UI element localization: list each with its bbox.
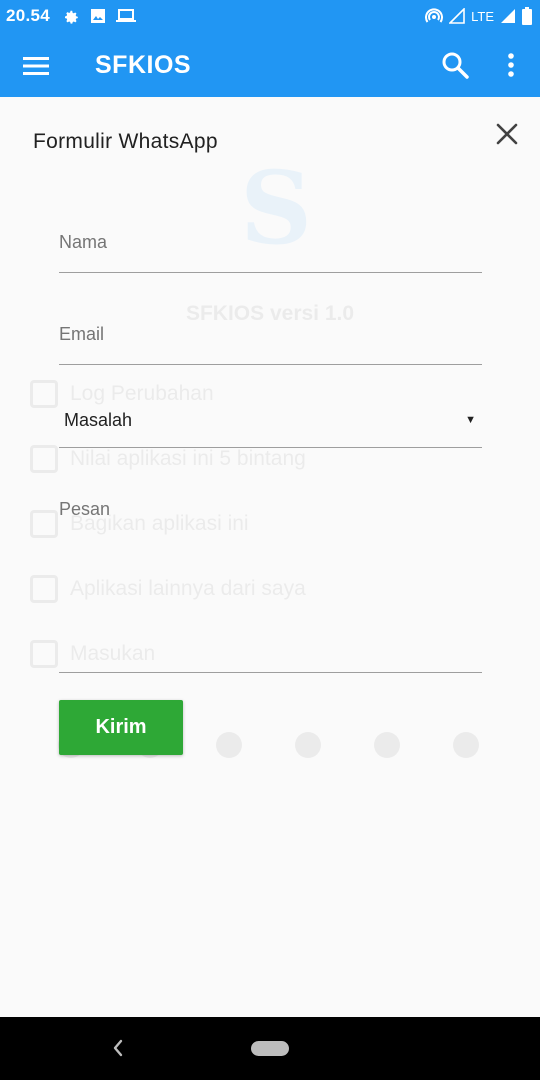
signal-icon (449, 8, 465, 24)
app-bar: SFKIOS (0, 34, 540, 97)
network-label: LTE (471, 8, 494, 24)
laptop-icon (116, 9, 136, 22)
signal-icon (501, 9, 515, 23)
whatsapp-form-dialog: Formulir WhatsApp Masalah ▼ Kirim (0, 97, 540, 1017)
search-icon[interactable] (440, 50, 470, 80)
dialog-title: Formulir WhatsApp (33, 130, 218, 153)
topic-select[interactable]: Masalah ▼ (59, 405, 482, 448)
close-icon[interactable] (492, 119, 522, 149)
send-button[interactable]: Kirim (59, 700, 183, 755)
email-input[interactable] (59, 324, 482, 345)
name-input[interactable] (59, 232, 482, 253)
message-field (59, 499, 482, 673)
content-area: S SFKIOS versi 1.0 Log Perubahan Nilai a… (0, 97, 540, 1017)
system-nav-bar (0, 1017, 540, 1080)
message-input[interactable] (59, 499, 482, 659)
more-vert-icon[interactable] (500, 50, 522, 80)
dropdown-arrow-icon: ▼ (465, 414, 476, 426)
battery-icon (522, 7, 532, 25)
topic-select-value: Masalah (64, 410, 133, 430)
email-field (59, 324, 482, 365)
status-bar: 20.54 LTE (0, 0, 540, 34)
app-title: SFKIOS (95, 51, 192, 79)
status-time: 20.54 (6, 6, 51, 25)
hotspot-icon (425, 8, 444, 23)
back-icon[interactable] (108, 1037, 128, 1059)
menu-icon[interactable] (22, 52, 50, 80)
image-icon (91, 9, 105, 23)
home-pill[interactable] (251, 1041, 289, 1056)
settings-icon (65, 10, 78, 24)
name-field (59, 232, 482, 273)
